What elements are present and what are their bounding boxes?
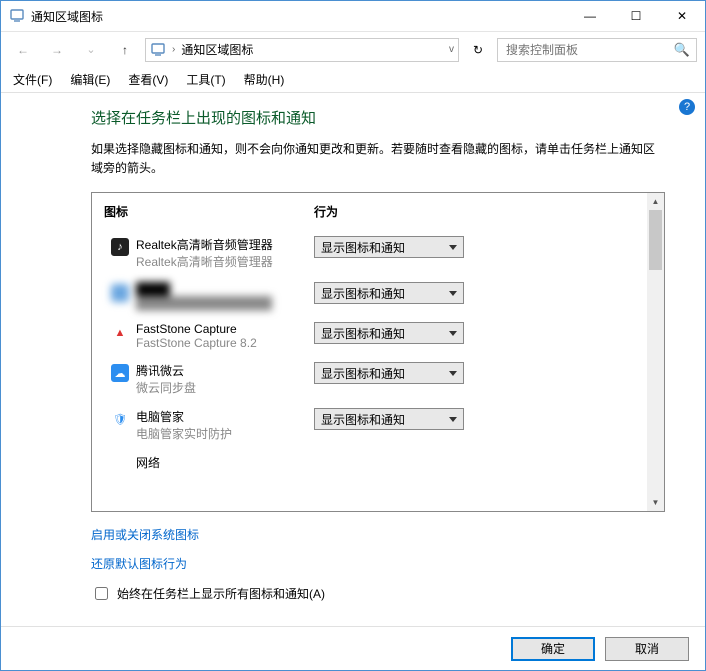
app-icon: ♪ [111, 238, 129, 256]
recent-dropdown[interactable]: ⌄ [77, 36, 105, 64]
app-icon: ▲ [111, 324, 129, 342]
breadcrumb: 通知区域图标 [181, 41, 253, 58]
behavior-dropdown[interactable]: 显示图标和通知 [314, 322, 464, 344]
scroll-thumb[interactable] [649, 210, 662, 270]
always-show-label: 始终在任务栏上显示所有图标和通知(A) [117, 585, 325, 602]
item-name: Realtek高清晰音频管理器 [136, 236, 306, 253]
navbar: ← → ⌄ ↑ › 通知区域图标 v ↻ 🔍 [1, 31, 705, 67]
page-description: 如果选择隐藏图标和通知，则不会向你通知更改和更新。若要随时查看隐藏的图标，请单击… [91, 140, 665, 178]
item-sub: Realtek高清晰音频管理器 [136, 253, 306, 270]
item-name: 电脑管家 [136, 408, 306, 425]
window-title: 通知区域图标 [31, 8, 567, 25]
app-icon [9, 8, 25, 24]
behavior-dropdown[interactable]: 显示图标和通知 [314, 282, 464, 304]
list-item: ☁ 腾讯微云微云同步盘显示图标和通知 [92, 356, 647, 402]
forward-button[interactable]: → [43, 36, 71, 64]
col-header-behavior: 行为 [314, 203, 635, 220]
app-icon [111, 284, 129, 302]
behavior-dropdown[interactable]: 显示图标和通知 [314, 408, 464, 430]
close-button[interactable]: ✕ [659, 1, 705, 31]
menu-tools[interactable]: 工具(T) [178, 68, 233, 91]
link-restore-defaults[interactable]: 还原默认图标行为 [91, 555, 665, 572]
up-button[interactable]: ↑ [111, 36, 139, 64]
footer: 确定 取消 [1, 626, 705, 670]
menu-file[interactable]: 文件(F) [5, 68, 60, 91]
scroll-down-icon[interactable]: ▼ [647, 494, 664, 511]
scroll-up-icon[interactable]: ▲ [647, 193, 664, 210]
titlebar: 通知区域图标 — ☐ ✕ [1, 1, 705, 31]
help-icon[interactable]: ? [679, 99, 695, 115]
app-icon: ☁ [111, 364, 129, 382]
window: 通知区域图标 — ☐ ✕ ← → ⌄ ↑ › 通知区域图标 v ↻ 🔍 文件(F… [0, 0, 706, 671]
icon-list: 图标 行为 ♪Realtek高清晰音频管理器Realtek高清晰音频管理器显示图… [91, 192, 665, 512]
item-sub: 电脑管家实时防护 [136, 425, 306, 442]
refresh-button[interactable]: ↻ [465, 38, 491, 62]
content: ? 选择在任务栏上出现的图标和通知 如果选择隐藏图标和通知，则不会向你通知更改和… [1, 93, 705, 626]
partial-row-name: 网络 [136, 454, 306, 471]
address-bar[interactable]: › 通知区域图标 v [145, 38, 459, 62]
menu-help[interactable]: 帮助(H) [236, 68, 293, 91]
link-toggle-system-icons[interactable]: 启用或关闭系统图标 [91, 526, 665, 543]
list-item: 🛡 电脑管家电脑管家实时防护显示图标和通知 [92, 402, 647, 448]
item-sub: 微云同步盘 [136, 379, 306, 396]
behavior-dropdown[interactable]: 显示图标和通知 [314, 362, 464, 384]
list-item: ♪ Realtek高清晰音频管理器Realtek高清晰音频管理器显示图标和通知 [92, 230, 647, 276]
minimize-button[interactable]: — [567, 1, 613, 31]
menu-view[interactable]: 查看(V) [120, 68, 176, 91]
search-box[interactable]: 🔍 [497, 38, 697, 62]
app-icon: 🛡 [111, 410, 129, 428]
always-show-checkbox[interactable] [95, 587, 108, 600]
item-name: 腾讯微云 [136, 362, 306, 379]
list-item: ████████████████████ 显示图标和通知 [92, 276, 647, 316]
ok-button[interactable]: 确定 [511, 637, 595, 661]
search-icon: 🔍 [674, 42, 690, 58]
item-name: ████ [136, 282, 306, 296]
list-item: ▲ FastStone CaptureFastStone Capture 8.2 显… [92, 316, 647, 356]
item-sub: ████████████████ [136, 296, 306, 310]
back-button[interactable]: ← [9, 36, 37, 64]
maximize-button[interactable]: ☐ [613, 1, 659, 31]
always-show-checkbox-row[interactable]: 始终在任务栏上显示所有图标和通知(A) [91, 584, 665, 603]
menubar: 文件(F) 编辑(E) 查看(V) 工具(T) 帮助(H) [1, 67, 705, 93]
address-dropdown-icon[interactable]: v [449, 44, 454, 55]
cancel-button[interactable]: 取消 [605, 637, 689, 661]
breadcrumb-chevron-icon: › [172, 44, 175, 55]
behavior-dropdown[interactable]: 显示图标和通知 [314, 236, 464, 258]
menu-edit[interactable]: 编辑(E) [62, 68, 118, 91]
scrollbar[interactable]: ▲ ▼ [647, 193, 664, 511]
item-sub: FastStone Capture 8.2 [136, 336, 306, 350]
item-name: FastStone Capture [136, 322, 306, 336]
col-header-icon: 图标 [104, 203, 314, 220]
page-heading: 选择在任务栏上出现的图标和通知 [91, 107, 665, 128]
search-input[interactable] [504, 42, 674, 58]
address-icon [150, 42, 166, 58]
